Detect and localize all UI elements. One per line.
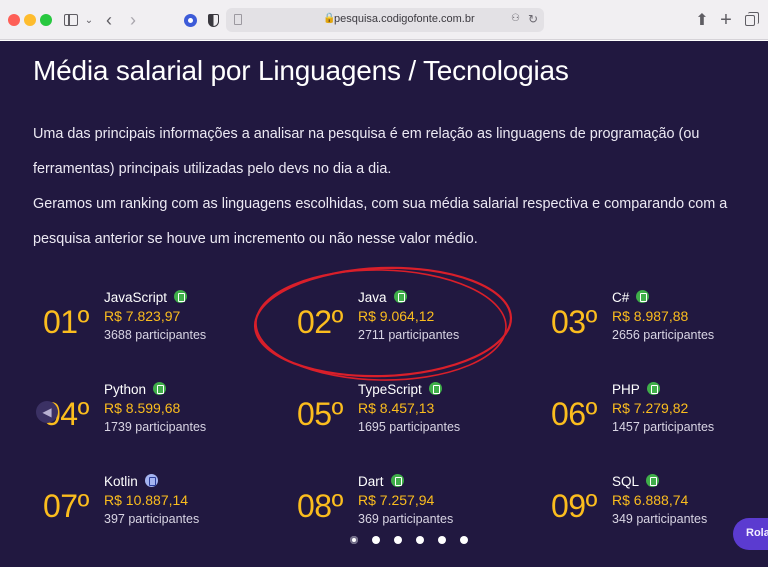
participants-count: 1695 participantes xyxy=(358,420,461,434)
average-salary: R$ 9.064,12 xyxy=(358,308,435,324)
participants-count: 1739 participantes xyxy=(104,420,207,434)
pagination-dot[interactable] xyxy=(460,536,468,544)
participants-count: 369 participantes xyxy=(358,512,454,526)
participants-count: 1457 participantes xyxy=(612,420,715,434)
chevron-down-icon[interactable]: ⌄ xyxy=(83,10,95,30)
rank-number: 05º xyxy=(297,396,343,432)
extension-icon[interactable] xyxy=(182,10,198,30)
average-salary: R$ 7.279,82 xyxy=(612,400,689,416)
ranking-description: Geramos um ranking com as linguagens esc… xyxy=(33,196,728,247)
participants-count: 2656 participantes xyxy=(612,328,715,342)
participants-count: 349 participantes xyxy=(612,512,708,526)
platform-badge-icon xyxy=(174,289,188,303)
participants-count: 2711 participantes xyxy=(358,328,460,342)
zoom-window-button[interactable] xyxy=(40,14,52,26)
page-icon xyxy=(234,14,242,25)
rank-number: 09º xyxy=(551,488,597,524)
ranking-card: 04º Python R$ 8.599,68 1739 participante… xyxy=(43,381,273,442)
platform-badge-icon xyxy=(144,473,158,487)
pagination-dot[interactable] xyxy=(438,536,446,544)
intro-paragraph: Uma das principais informações a analisa… xyxy=(33,126,700,177)
page-title: Média salarial por Linguagens / Tecnolog… xyxy=(33,55,569,86)
platform-badge-icon xyxy=(646,381,660,395)
url-text: pesquisa.codigofonte.com.br xyxy=(334,13,475,25)
browser-toolbar: ⌄ ‹ › 🔒 pesquisa.codigofonte.com.br ⚇ ↻ … xyxy=(0,0,768,40)
rank-number: 07º xyxy=(43,488,89,524)
translate-icon[interactable]: ⚇ xyxy=(511,13,520,24)
pagination-dot[interactable] xyxy=(416,536,424,544)
language-name: Kotlin xyxy=(104,473,158,489)
pagination-dot[interactable] xyxy=(394,536,402,544)
average-salary: R$ 7.257,94 xyxy=(358,492,435,508)
language-name: SQL xyxy=(612,473,660,489)
average-salary: R$ 7.823,97 xyxy=(104,308,181,324)
carousel-pagination xyxy=(350,536,482,544)
pagination-dot[interactable] xyxy=(372,536,380,544)
average-salary: R$ 6.888,74 xyxy=(612,492,689,508)
ranking-card: 02º Java R$ 9.064,12 2711 participantes xyxy=(297,289,527,350)
average-salary: R$ 8.987,88 xyxy=(612,308,689,324)
sidebar-toggle-icon[interactable] xyxy=(62,10,80,30)
rank-number: 03º xyxy=(551,304,597,340)
minimize-window-button[interactable] xyxy=(24,14,36,26)
share-icon[interactable]: ⬆ xyxy=(694,10,710,30)
ranking-card: 01º JavaScript R$ 7.823,97 3688 particip… xyxy=(43,289,273,350)
privacy-shield-icon[interactable] xyxy=(206,10,220,30)
rank-number: 02º xyxy=(297,304,343,340)
pagination-dot[interactable] xyxy=(350,536,358,544)
back-arrow-icon[interactable]: ‹ xyxy=(102,10,116,30)
new-tab-icon[interactable]: + xyxy=(718,9,734,31)
average-salary: R$ 10.887,14 xyxy=(104,492,189,508)
language-name: Python xyxy=(104,381,167,397)
platform-badge-icon xyxy=(153,381,167,395)
rank-number: 08º xyxy=(297,488,343,524)
average-salary: R$ 8.457,13 xyxy=(358,400,435,416)
platform-badge-icon xyxy=(390,473,404,487)
rank-number: 06º xyxy=(551,396,597,432)
ranking-card: 07º Kotlin R$ 10.887,14 397 participante… xyxy=(43,473,273,534)
scroll-button[interactable]: Rola xyxy=(733,518,768,550)
speaker-icon[interactable]: ◀ xyxy=(36,401,58,423)
language-name: Java xyxy=(358,289,407,305)
participants-count: 3688 participantes xyxy=(104,328,207,342)
language-name: TypeScript xyxy=(358,381,442,397)
rank-number: 01º xyxy=(43,304,89,340)
average-salary: R$ 8.599,68 xyxy=(104,400,181,416)
platform-badge-icon xyxy=(636,289,650,303)
ranking-card: 08º Dart R$ 7.257,94 369 participantes xyxy=(297,473,527,534)
language-name: PHP xyxy=(612,381,660,397)
forward-arrow-icon[interactable]: › xyxy=(126,10,140,30)
language-name: Dart xyxy=(358,473,404,489)
participants-count: 397 participantes xyxy=(104,512,200,526)
address-bar[interactable]: 🔒 pesquisa.codigofonte.com.br ⚇ ↻ xyxy=(226,8,544,32)
reload-icon[interactable]: ↻ xyxy=(528,12,538,26)
ranking-card: 05º TypeScript R$ 8.457,13 1695 particip… xyxy=(297,381,527,442)
language-name: JavaScript xyxy=(104,289,188,305)
ranking-card: 06º PHP R$ 7.279,82 1457 participantes xyxy=(551,381,768,442)
platform-badge-icon xyxy=(393,289,407,303)
close-window-button[interactable] xyxy=(8,14,20,26)
bottom-edge xyxy=(0,567,768,574)
page-content: Média salarial por Linguagens / Tecnolog… xyxy=(0,41,768,567)
platform-badge-icon xyxy=(428,381,442,395)
platform-badge-icon xyxy=(646,473,660,487)
language-name: C# xyxy=(612,289,650,305)
tab-overview-icon[interactable] xyxy=(742,10,759,30)
ranking-card: 03º C# R$ 8.987,88 2656 participantes xyxy=(551,289,768,350)
